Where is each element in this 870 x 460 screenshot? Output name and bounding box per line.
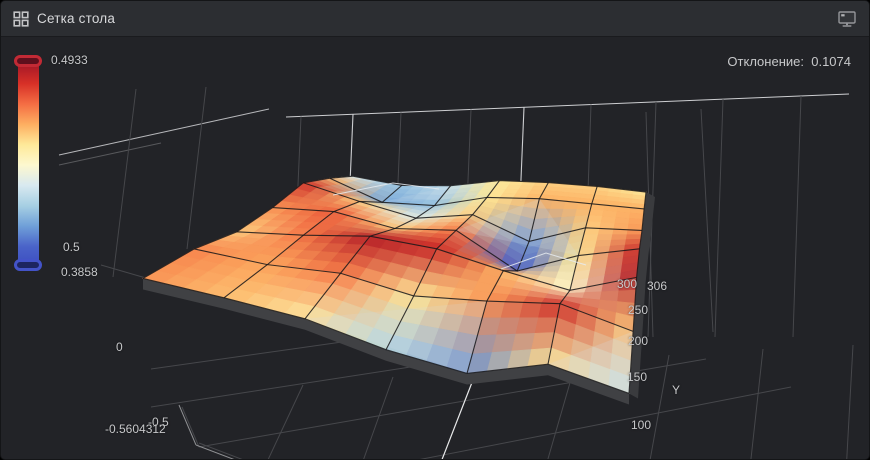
y-axis-tick: 250 (628, 303, 648, 317)
y-axis-title: Y (672, 383, 680, 397)
y-axis-tick: 150 (627, 370, 647, 384)
colorbar-min-label: 0.3858 (61, 265, 98, 279)
y-axis-tick: 200 (628, 334, 648, 348)
grid-icon (13, 11, 29, 27)
grid-panel: Сетка стола Отклонение: 0.1074 0.4933 0.… (0, 0, 870, 460)
surface-3d-plot[interactable] (1, 37, 869, 459)
colorbar-max-label: 0.4933 (51, 53, 88, 67)
y-axis-tick: 300 (617, 277, 637, 291)
deviation-readout: Отклонение: 0.1074 (727, 54, 851, 69)
deviation-value: 0.1074 (811, 54, 851, 69)
left-axis-tick: -0.5604312 (105, 422, 166, 436)
colorbar-min-handle[interactable] (14, 259, 42, 271)
panel-header[interactable]: Сетка стола (1, 1, 869, 37)
left-axis-tick: 0.5 (63, 240, 80, 254)
colorbar[interactable] (18, 63, 39, 267)
3d-plot-area: Отклонение: 0.1074 0.4933 0.3858 0.5 0 -… (1, 37, 869, 459)
monitor-icon[interactable] (837, 10, 857, 28)
panel-title: Сетка стола (37, 11, 115, 26)
deviation-label: Отклонение: (727, 54, 804, 69)
colorbar-max-handle[interactable] (14, 55, 42, 67)
y-axis-tick: 100 (631, 418, 651, 432)
y-axis-tick: 306 (647, 279, 667, 293)
left-axis-tick: 0 (116, 340, 123, 354)
